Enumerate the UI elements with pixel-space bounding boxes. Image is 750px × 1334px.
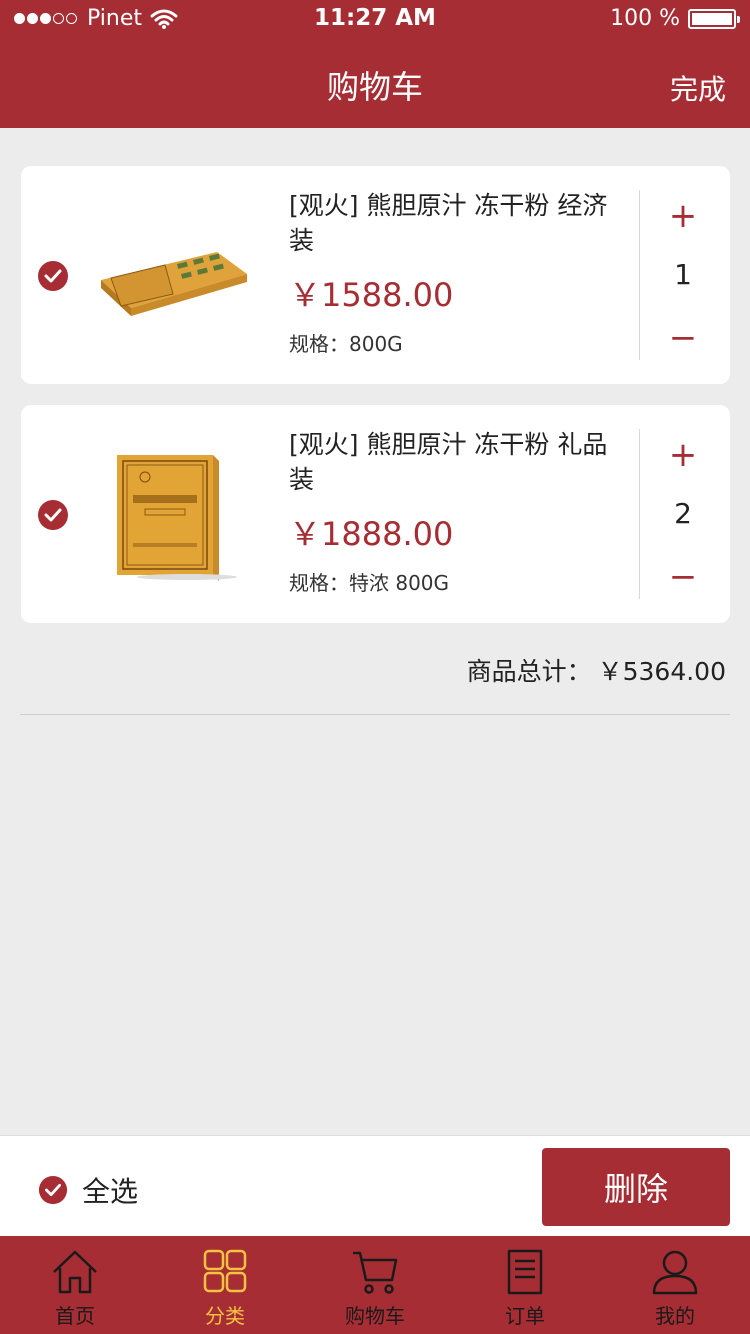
user-icon bbox=[652, 1250, 698, 1295]
tab-bar: 首页 分类 购物车 订单 我的 bbox=[0, 1236, 750, 1334]
product-name[interactable]: [观火] 熊胆原汁 冻干粉 经济装 bbox=[289, 188, 619, 258]
select-all-label: 全选 bbox=[82, 1175, 139, 1208]
divider bbox=[20, 714, 730, 715]
tab-category-label: 分类 bbox=[205, 1304, 245, 1328]
grid-icon bbox=[203, 1249, 247, 1293]
tab-home-label: 首页 bbox=[55, 1304, 95, 1328]
select-all-toggle[interactable]: 全选 bbox=[38, 1170, 138, 1210]
page-title: 购物车 bbox=[326, 68, 423, 106]
product-price: ￥1588.00 bbox=[289, 276, 454, 314]
quantity-value: 1 bbox=[674, 258, 692, 291]
battery-icon bbox=[688, 8, 740, 29]
status-bar: Pinet 11:27 AM 100 % bbox=[0, 0, 750, 40]
done-button[interactable]: 完成 bbox=[670, 68, 726, 108]
product-image[interactable] bbox=[97, 212, 247, 342]
tab-category[interactable]: 分类 bbox=[150, 1236, 300, 1334]
product-spec: 规格：800G bbox=[289, 332, 403, 356]
product-image[interactable] bbox=[97, 451, 247, 581]
select-all-checked-icon bbox=[38, 1175, 68, 1205]
cart-item: [观火] 熊胆原汁 冻干粉 礼品装 ￥1888.00 规格：特浓 800G + … bbox=[21, 405, 730, 623]
order-icon bbox=[507, 1249, 543, 1295]
divider bbox=[639, 429, 640, 599]
product-spec: 规格：特浓 800G bbox=[289, 571, 450, 595]
increase-quantity-button[interactable]: + bbox=[663, 196, 703, 236]
item-checkbox-checked-icon[interactable] bbox=[37, 499, 69, 531]
increase-quantity-button[interactable]: + bbox=[663, 435, 703, 475]
cart-icon bbox=[353, 1251, 398, 1294]
decrease-quantity-button[interactable]: − bbox=[663, 557, 703, 597]
tab-profile-label: 我的 bbox=[655, 1304, 695, 1328]
cart-item: [观火] 熊胆原汁 冻干粉 经济装 ￥1588.00 规格：800G + 1 − bbox=[21, 166, 730, 384]
tab-cart-label: 购物车 bbox=[345, 1304, 405, 1328]
total-label: 商品总计： bbox=[466, 657, 592, 686]
cart-total: 商品总计： ￥5364.00 bbox=[467, 652, 726, 688]
cart-action-bar: 全选 删除 bbox=[0, 1135, 750, 1236]
total-amount: ￥5364.00 bbox=[597, 657, 726, 686]
quantity-value: 2 bbox=[674, 497, 692, 530]
tab-orders[interactable]: 订单 bbox=[450, 1236, 600, 1334]
tab-home[interactable]: 首页 bbox=[0, 1236, 150, 1334]
home-icon bbox=[53, 1250, 97, 1294]
tab-cart[interactable]: 购物车 bbox=[300, 1236, 450, 1334]
item-checkbox-checked-icon[interactable] bbox=[37, 260, 69, 292]
tab-orders-label: 订单 bbox=[505, 1304, 545, 1328]
delete-button[interactable]: 删除 bbox=[542, 1148, 730, 1226]
decrease-quantity-button[interactable]: − bbox=[663, 318, 703, 358]
product-name[interactable]: [观火] 熊胆原汁 冻干粉 礼品装 bbox=[289, 427, 619, 497]
battery-status: 100 % bbox=[610, 6, 740, 31]
top-bar: Pinet 11:27 AM 100 % 购物车 完成 bbox=[0, 0, 750, 128]
battery-percent: 100 % bbox=[610, 6, 680, 31]
divider bbox=[639, 190, 640, 360]
tab-profile[interactable]: 我的 bbox=[600, 1236, 750, 1334]
product-price: ￥1888.00 bbox=[289, 515, 454, 553]
